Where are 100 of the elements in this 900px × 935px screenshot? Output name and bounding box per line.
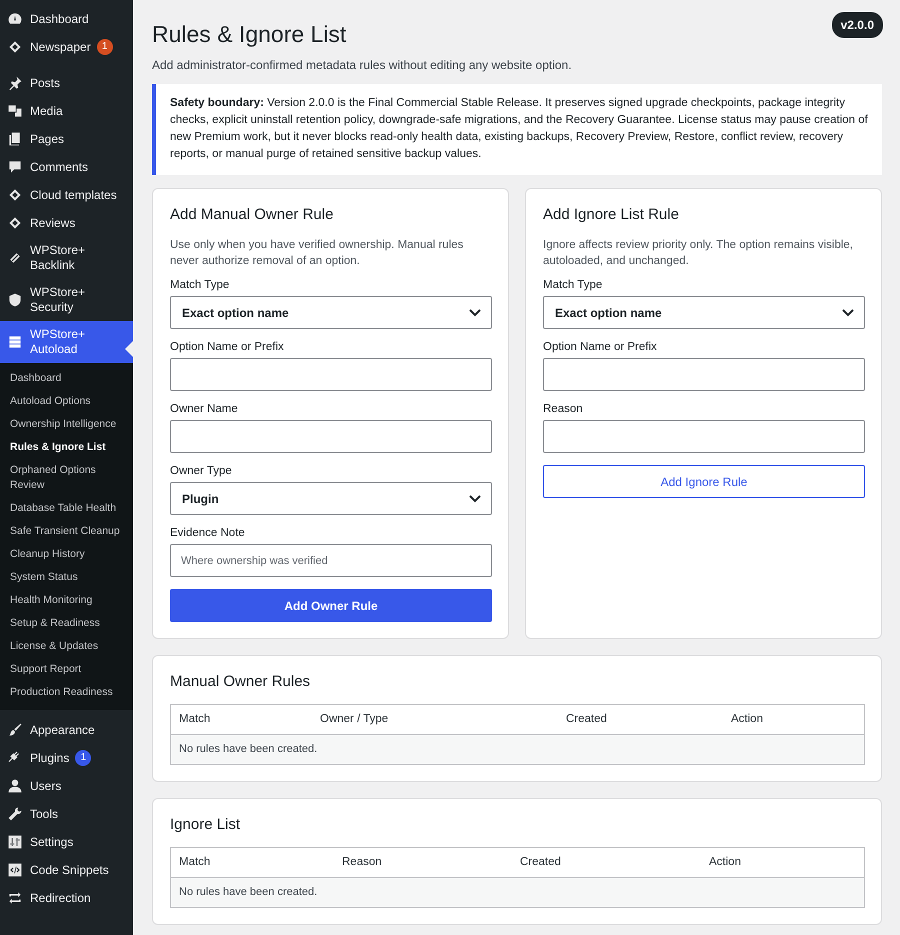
wrench-icon: [7, 806, 23, 822]
select-field[interactable]: Exact option name: [543, 296, 865, 329]
column-header: Action: [731, 712, 764, 727]
count-badge: 1: [96, 39, 113, 55]
menu-label: WPStore+ Security: [30, 285, 86, 315]
column-header: Created: [520, 855, 562, 870]
submenu-item[interactable]: Orphaned Options Review: [0, 459, 133, 497]
menu-item[interactable]: Settings: [0, 828, 133, 856]
submenu-item[interactable]: Dashboard: [0, 367, 133, 390]
menu-item[interactable]: Posts: [0, 69, 133, 97]
menu-label: Appearance: [30, 722, 95, 738]
submenu-item[interactable]: Health Monitoring: [0, 589, 133, 612]
field-label: Match Type: [170, 279, 230, 291]
menu-label: Settings: [30, 834, 74, 850]
page-title: Rules & Ignore List: [152, 21, 346, 48]
menu-item[interactable]: Plugins 1: [0, 744, 133, 772]
column-header: Created: [566, 712, 608, 727]
input-field[interactable]: [170, 420, 492, 453]
field-label: Option Name or Prefix: [543, 341, 658, 353]
submenu-item[interactable]: Rules & Ignore List: [0, 436, 133, 459]
menu-item[interactable]: Media: [0, 97, 133, 125]
column-header: Owner / Type: [320, 712, 390, 727]
submenu-item[interactable]: Ownership Intelligence: [0, 413, 133, 436]
menu-label: WPStore+ Autoload: [30, 327, 86, 357]
menu-label: Posts: [30, 76, 60, 90]
version-badge: v2.0.0: [832, 12, 883, 38]
sliders-icon: [7, 834, 23, 850]
menu-item[interactable]: Users: [0, 772, 133, 800]
field-label: Evidence Note: [170, 527, 246, 539]
menu-item[interactable]: Tools: [0, 800, 133, 828]
submenu-item[interactable]: System Status: [0, 566, 133, 589]
notice-text: Safety boundary: Version 2.0.0 is the Final Commercial Stable Release. It preserves signed upgrade checkpoints, package integrity checks, explicit uninstall retention policy, downgrade-safe migrations, and the Recovery Guarantee. License status may pause creation of new Premium work, but it never blocks read-only health data, existing backups, Recovery Preview, Restore, conflict review, recovery reports, or manual purge of retained sensitive backup values.: [152, 84, 882, 175]
select-field[interactable]: Exact option name: [170, 296, 492, 329]
user-icon: [7, 778, 23, 794]
input-field[interactable]: [170, 358, 492, 391]
submenu-item[interactable]: Safe Transient Cleanup: [0, 520, 133, 543]
menu-item[interactable]: Appearance: [0, 716, 133, 744]
submenu-item[interactable]: Database Table Health: [0, 497, 133, 520]
menu-label: Cloud templates: [30, 188, 117, 202]
menu-item[interactable]: WPStore+ Backlink: [0, 237, 133, 279]
add-rule-button[interactable]: Add Ignore Rule: [543, 465, 865, 498]
menu-item[interactable]: Redirection: [0, 884, 133, 912]
field-label: Reason: [543, 403, 584, 415]
field-label: Owner Name: [170, 403, 239, 415]
menu-label: Dashboard: [30, 12, 89, 26]
field-label: Match Type: [543, 279, 604, 291]
menu-item[interactable]: Reviews: [0, 209, 133, 237]
card-description: Ignore affects review priority only. The option remains visible, autoloaded, and unchanged.: [543, 238, 854, 269]
submenu-item[interactable]: License & Updates: [0, 635, 133, 658]
submenu-item[interactable]: Cleanup History: [0, 543, 133, 566]
input-field[interactable]: Where ownership was verified: [170, 544, 492, 577]
submenu-item[interactable]: Production Readiness: [0, 681, 133, 704]
menu-item[interactable]: WPStore+ Autoload: [0, 321, 133, 363]
input-field[interactable]: [543, 420, 865, 453]
arrows-loop-icon: [7, 890, 23, 906]
paintbrush-icon: [7, 722, 23, 738]
shield-icon: [7, 292, 23, 308]
menu-label: WPStore+ Backlink: [30, 243, 86, 273]
menu-item[interactable]: Cloud templates: [0, 181, 133, 209]
menu-label: Newspaper: [30, 40, 91, 54]
menu-item[interactable]: Comments: [0, 153, 133, 181]
count-badge: 1: [75, 750, 92, 766]
input-field[interactable]: [543, 358, 865, 391]
column-header: Action: [709, 855, 742, 870]
add-rule-button[interactable]: Add Owner Rule: [170, 589, 492, 622]
menu-label: Plugins: [30, 750, 70, 766]
diamond-link-icon: [7, 187, 23, 203]
menu-label: Code Snippets: [30, 862, 109, 878]
diamond-link-icon: [7, 39, 23, 55]
menu-item[interactable]: Newspaper 1: [0, 33, 133, 61]
chevron-down-icon: [842, 308, 854, 316]
chevron-down-icon: [469, 494, 481, 502]
submenu-item[interactable]: Setup & Readiness: [0, 612, 133, 635]
column-header: Match: [179, 712, 212, 727]
empty-message: No rules have been created.: [171, 735, 864, 764]
menu-label: Comments: [30, 160, 88, 174]
card-title: Manual Owner Rules: [170, 673, 312, 690]
pages-icon: [7, 131, 23, 147]
field-label: Owner Type: [170, 465, 233, 477]
menu-item[interactable]: Pages: [0, 125, 133, 153]
field-label: Option Name or Prefix: [170, 341, 285, 353]
submenu-item[interactable]: Support Report: [0, 658, 133, 681]
chevron-down-icon: [469, 308, 481, 316]
column-header: Reason: [342, 855, 383, 870]
page-subtitle: Add administrator-confirmed metadata rules without editing any website option.: [152, 58, 573, 72]
menu-label: Media: [30, 104, 63, 118]
menu-item[interactable]: Dashboard: [0, 5, 133, 33]
select-field[interactable]: Plugin: [170, 482, 492, 515]
submenu-item[interactable]: Autoload Options: [0, 390, 133, 413]
menu-item[interactable]: WPStore+ Security: [0, 279, 133, 321]
menu-label: Pages: [30, 132, 64, 146]
code-icon: [7, 862, 23, 878]
menu-item[interactable]: Code Snippets: [0, 856, 133, 884]
card-title: Add Ignore List Rule: [543, 206, 680, 223]
speech-bubble-icon: [7, 159, 23, 175]
gauge-icon: [7, 11, 23, 27]
menu-label: Redirection: [30, 890, 91, 906]
pin-icon: [7, 75, 23, 91]
card-title: Add Manual Owner Rule: [170, 206, 334, 223]
menu-label: Tools: [30, 806, 58, 822]
